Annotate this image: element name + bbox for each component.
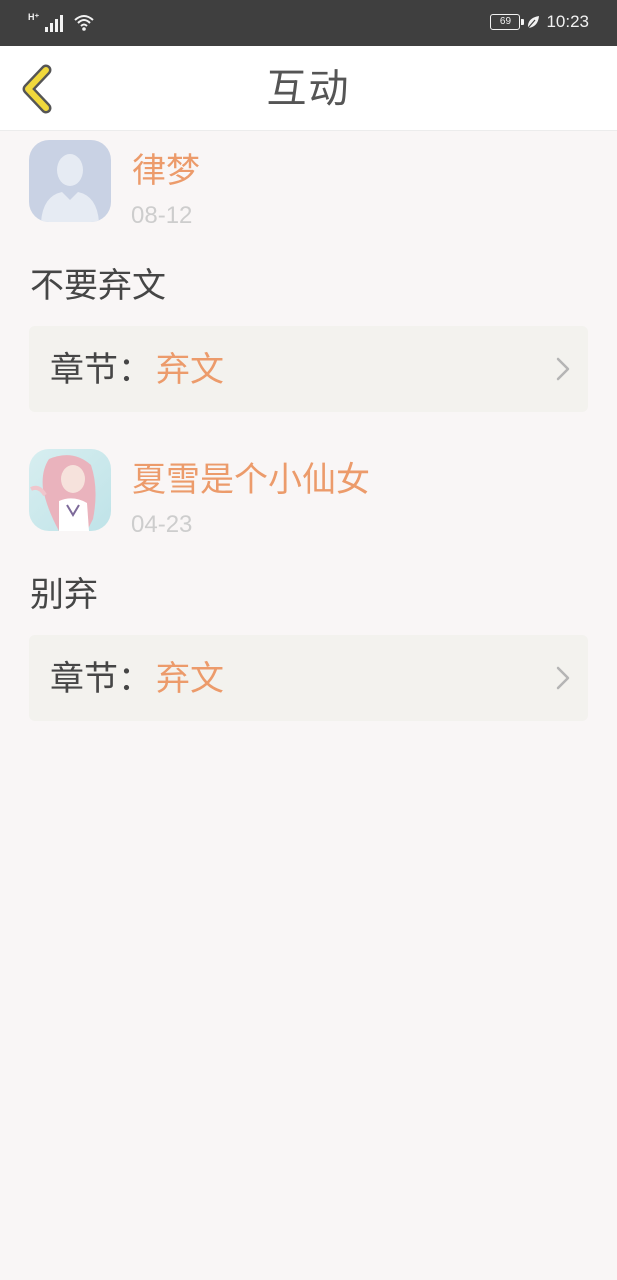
chevron-right-icon <box>556 357 570 381</box>
leaf-icon <box>528 16 540 29</box>
nav-bar: 互动 <box>0 46 617 131</box>
status-bar: H⁺ 69 10:23 <box>0 0 617 46</box>
default-user-icon <box>29 140 111 222</box>
username[interactable]: 律梦 <box>132 151 200 191</box>
avatar[interactable] <box>29 449 111 531</box>
chapter-link[interactable]: 章节： 弃文 <box>29 635 588 721</box>
chapter-name: 弃文 <box>156 350 224 390</box>
comment-text: 别弃 <box>30 575 98 615</box>
status-left: H⁺ <box>28 12 95 32</box>
chapter-link[interactable]: 章节： 弃文 <box>29 326 588 412</box>
comment-text: 不要弃文 <box>30 266 166 306</box>
network-type-label: H⁺ <box>28 12 40 22</box>
date: 08-12 <box>131 202 193 229</box>
chevron-right-icon <box>556 666 570 690</box>
battery-icon: 69 <box>490 14 525 30</box>
username[interactable]: 夏雪是个小仙女 <box>132 460 370 500</box>
date: 04-23 <box>131 511 193 538</box>
status-time: 10:23 <box>546 12 589 31</box>
chapter-prefix: 章节： <box>50 659 152 699</box>
anime-avatar-icon <box>29 449 111 531</box>
signal-icon <box>45 14 64 32</box>
status-right: 69 10:23 <box>490 12 589 32</box>
battery-level: 69 <box>499 16 512 27</box>
wifi-icon <box>74 15 94 31</box>
chapter-prefix: 章节： <box>50 350 152 390</box>
chapter-name: 弃文 <box>156 659 224 699</box>
page-title: 互动 <box>266 66 351 112</box>
avatar[interactable] <box>29 140 111 222</box>
